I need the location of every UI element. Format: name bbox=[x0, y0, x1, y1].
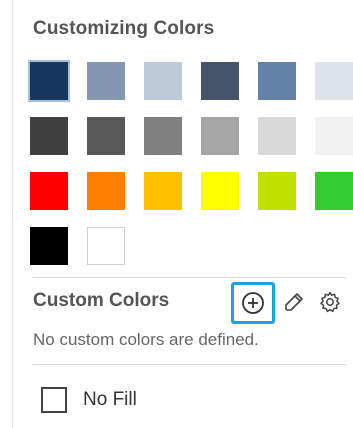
no-fill-checkbox[interactable] bbox=[41, 387, 67, 413]
color-swatch[interactable] bbox=[258, 62, 296, 100]
color-swatch[interactable] bbox=[30, 172, 68, 210]
gear-icon bbox=[320, 291, 340, 313]
color-swatch[interactable] bbox=[315, 117, 353, 155]
color-swatch[interactable] bbox=[87, 227, 125, 265]
color-swatch[interactable] bbox=[144, 172, 182, 210]
no-fill-option[interactable]: No Fill bbox=[41, 386, 137, 414]
plus-circle-icon bbox=[242, 292, 264, 314]
custom-colors-label: Custom Colors bbox=[33, 290, 170, 311]
color-swatch[interactable] bbox=[144, 117, 182, 155]
color-swatch[interactable] bbox=[87, 172, 125, 210]
color-swatch[interactable] bbox=[28, 60, 70, 102]
color-swatch[interactable] bbox=[87, 62, 125, 100]
color-swatch[interactable] bbox=[258, 117, 296, 155]
no-custom-colors-message: No custom colors are defined. bbox=[33, 330, 259, 349]
add-custom-color-button[interactable] bbox=[231, 282, 275, 324]
eyedropper-button[interactable] bbox=[279, 287, 309, 317]
color-swatch[interactable] bbox=[258, 172, 296, 210]
color-swatch[interactable] bbox=[201, 172, 239, 210]
color-picker-panel: Customizing Colors Custom Colors No cust… bbox=[12, 0, 353, 428]
no-fill-label: No Fill bbox=[83, 389, 137, 410]
divider bbox=[33, 277, 346, 278]
color-settings-button[interactable] bbox=[315, 287, 345, 317]
panel-title: Customizing Colors bbox=[33, 18, 215, 39]
eyedropper-icon bbox=[285, 293, 303, 311]
color-swatch[interactable] bbox=[201, 62, 239, 100]
color-swatch[interactable] bbox=[315, 172, 353, 210]
divider bbox=[33, 364, 346, 365]
color-swatch[interactable] bbox=[87, 117, 125, 155]
color-swatch[interactable] bbox=[201, 117, 239, 155]
color-swatch[interactable] bbox=[315, 62, 353, 100]
color-swatch[interactable] bbox=[144, 62, 182, 100]
color-swatch[interactable] bbox=[30, 117, 68, 155]
color-swatch[interactable] bbox=[30, 227, 68, 265]
